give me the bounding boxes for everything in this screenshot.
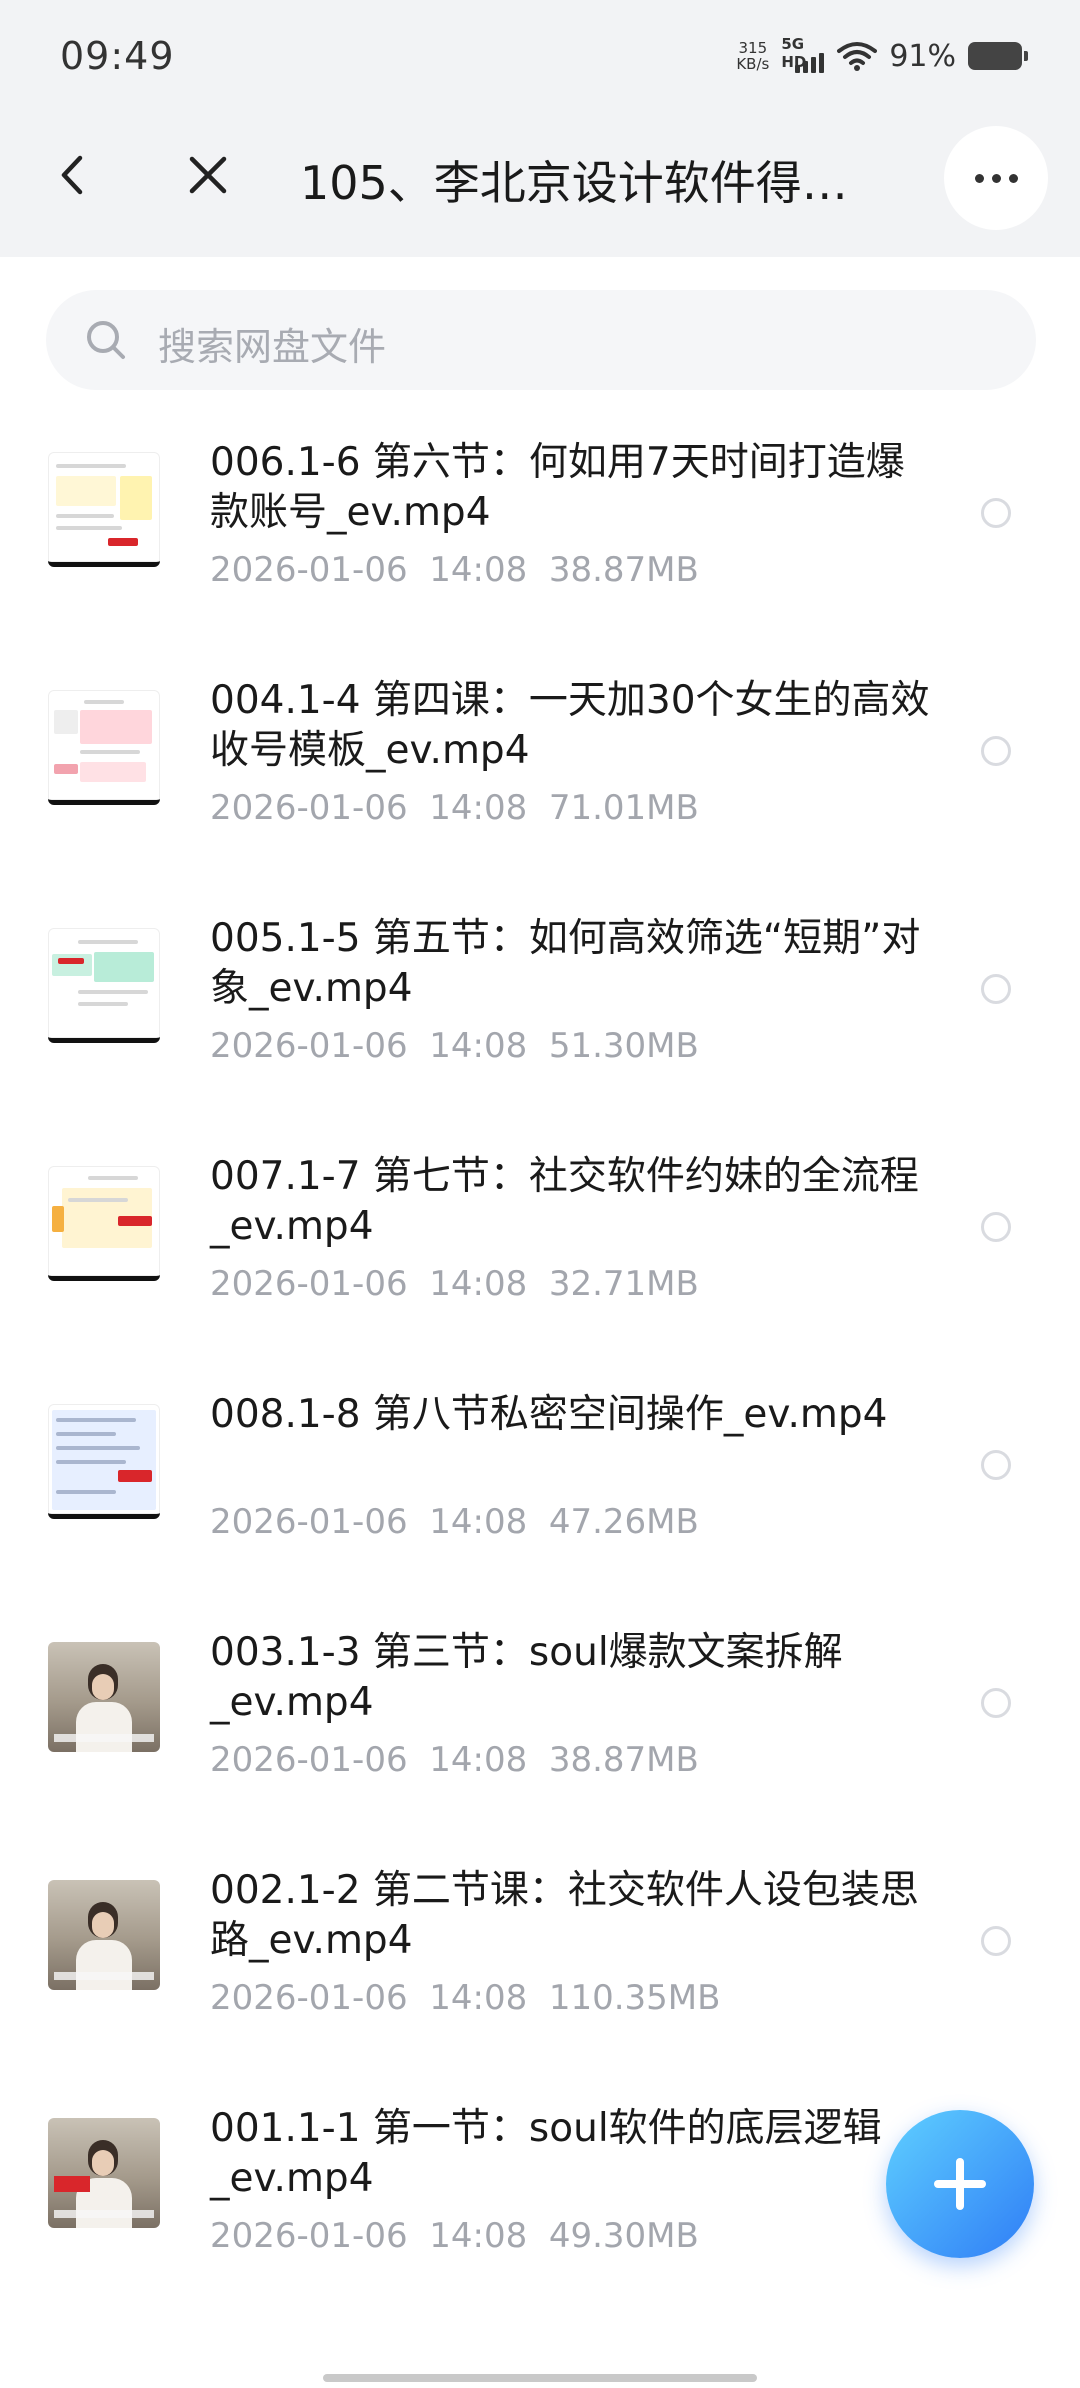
file-list: 006.1-6 第六节：何如用7天时间打造爆款账号_ev.mp4 2026-01… — [0, 420, 1080, 2324]
file-meta: 2026-01-06 14:08 71.01MB — [210, 788, 699, 828]
file-size: 38.87MB — [548, 1740, 699, 1780]
file-size: 47.26MB — [548, 1502, 699, 1542]
file-date: 2026-01-06 — [210, 788, 408, 828]
battery-icon — [968, 42, 1028, 70]
video-thumbnail — [48, 452, 160, 567]
select-checkbox[interactable] — [981, 736, 1011, 766]
file-name: 001.1-1 第一节：soul软件的底层逻辑_ev.mp4 — [210, 2106, 882, 2201]
cellular-signal-icon: 5G HD — [781, 35, 825, 73]
file-meta: 2026-01-06 14:08 51.30MB — [210, 1026, 699, 1066]
file-meta: 2026-01-06 14:08 47.26MB — [210, 1502, 699, 1542]
file-date: 2026-01-06 — [210, 1026, 408, 1066]
file-date: 2026-01-06 — [210, 1740, 408, 1780]
video-thumbnail — [48, 2118, 160, 2228]
top-navigation-bar: 105、李北京设计软件得… — [0, 95, 1080, 257]
file-time: 14:08 — [429, 550, 528, 590]
file-date: 2026-01-06 — [210, 1502, 408, 1542]
more-options-button[interactable] — [944, 126, 1048, 230]
file-date: 2026-01-06 — [210, 550, 408, 590]
file-size: 38.87MB — [548, 550, 699, 590]
file-date: 2026-01-06 — [210, 2216, 408, 2256]
file-time: 14:08 — [429, 1264, 528, 1304]
video-thumbnail — [48, 1880, 160, 1990]
search-icon — [87, 321, 125, 359]
search-placeholder: 搜索网盘文件 — [158, 325, 387, 369]
file-item[interactable]: 003.1-3 第三节：soul爆款文案拆解_ev.mp4 2026-01-06… — [0, 1610, 1080, 1848]
file-meta: 2026-01-06 14:08 38.87MB — [210, 1740, 699, 1780]
file-meta: 2026-01-06 14:08 38.87MB — [210, 550, 699, 590]
more-horizontal-icon — [971, 173, 1022, 183]
status-time: 09:49 — [60, 34, 175, 78]
close-button[interactable] — [183, 150, 233, 200]
file-name: 004.1-4 第四课：一天加30个女生的高效收号模板_ev.mp4 — [210, 678, 930, 773]
file-date: 2026-01-06 — [210, 1978, 408, 2018]
file-time: 14:08 — [429, 2216, 528, 2256]
file-time: 14:08 — [429, 1740, 528, 1780]
wifi-icon — [837, 42, 878, 71]
add-button[interactable] — [886, 2110, 1034, 2258]
file-size: 71.01MB — [548, 788, 699, 828]
file-name: 007.1-7 第七节：社交软件约妹的全流程_ev.mp4 — [210, 1154, 919, 1249]
file-meta: 2026-01-06 14:08 110.35MB — [210, 1978, 720, 2018]
file-item[interactable]: 006.1-6 第六节：何如用7天时间打造爆款账号_ev.mp4 2026-01… — [0, 420, 1080, 658]
status-bar: 09:49 315 KB/s 5G HD 91% — [0, 0, 1080, 95]
file-meta: 2026-01-06 14:08 32.71MB — [210, 1264, 699, 1304]
video-thumbnail — [48, 1166, 160, 1281]
close-icon — [189, 156, 227, 194]
back-button[interactable] — [48, 150, 98, 200]
file-item[interactable]: 004.1-4 第四课：一天加30个女生的高效收号模板_ev.mp4 2026-… — [0, 658, 1080, 896]
file-time: 14:08 — [429, 1502, 528, 1542]
search-input[interactable]: 搜索网盘文件 — [46, 290, 1036, 390]
file-size: 32.71MB — [548, 1264, 699, 1304]
file-name: 005.1-5 第五节：如何高效筛选“短期”对象_ev.mp4 — [210, 916, 921, 1011]
file-item[interactable]: 008.1-8 第八节私密空间操作_ev.mp4 2026-01-06 14:0… — [0, 1372, 1080, 1610]
network-speed-unit: KB/s — [736, 55, 770, 73]
file-item[interactable]: 002.1-2 第二节课：社交软件人设包装思路_ev.mp4 2026-01-0… — [0, 1848, 1080, 2086]
file-size: 51.30MB — [548, 1026, 699, 1066]
file-name: 008.1-8 第八节私密空间操作_ev.mp4 — [210, 1392, 888, 1437]
video-thumbnail — [48, 928, 160, 1043]
file-size: 49.30MB — [548, 2216, 699, 2256]
page-title: 105、李北京设计软件得… — [300, 156, 848, 210]
file-meta: 2026-01-06 14:08 49.30MB — [210, 2216, 699, 2256]
select-checkbox[interactable] — [981, 498, 1011, 528]
video-thumbnail — [48, 1404, 160, 1519]
file-name: 006.1-6 第六节：何如用7天时间打造爆款账号_ev.mp4 — [210, 440, 905, 535]
video-thumbnail — [48, 1642, 160, 1752]
file-size: 110.35MB — [548, 1978, 721, 2018]
file-name: 003.1-3 第三节：soul爆款文案拆解_ev.mp4 — [210, 1630, 843, 1725]
file-date: 2026-01-06 — [210, 1264, 408, 1304]
select-checkbox[interactable] — [981, 1212, 1011, 1242]
status-indicators: 315 KB/s 5G HD 91% — [736, 35, 1028, 76]
video-thumbnail — [48, 690, 160, 805]
select-checkbox[interactable] — [981, 1926, 1011, 1956]
file-time: 14:08 — [429, 1026, 528, 1066]
battery-percent: 91% — [889, 38, 956, 74]
network-speed-value: 315 — [738, 39, 768, 57]
chevron-left-icon — [61, 155, 83, 195]
select-checkbox[interactable] — [981, 1450, 1011, 1480]
home-indicator[interactable] — [323, 2374, 757, 2382]
file-item[interactable]: 007.1-7 第七节：社交软件约妹的全流程_ev.mp4 2026-01-06… — [0, 1134, 1080, 1372]
network-speed: 315 KB/s — [736, 40, 769, 72]
select-checkbox[interactable] — [981, 1688, 1011, 1718]
file-time: 14:08 — [429, 788, 528, 828]
select-checkbox[interactable] — [981, 974, 1011, 1004]
file-time: 14:08 — [429, 1978, 528, 2018]
file-item[interactable]: 005.1-5 第五节：如何高效筛选“短期”对象_ev.mp4 2026-01-… — [0, 896, 1080, 1134]
file-name: 002.1-2 第二节课：社交软件人设包装思路_ev.mp4 — [210, 1868, 919, 1963]
